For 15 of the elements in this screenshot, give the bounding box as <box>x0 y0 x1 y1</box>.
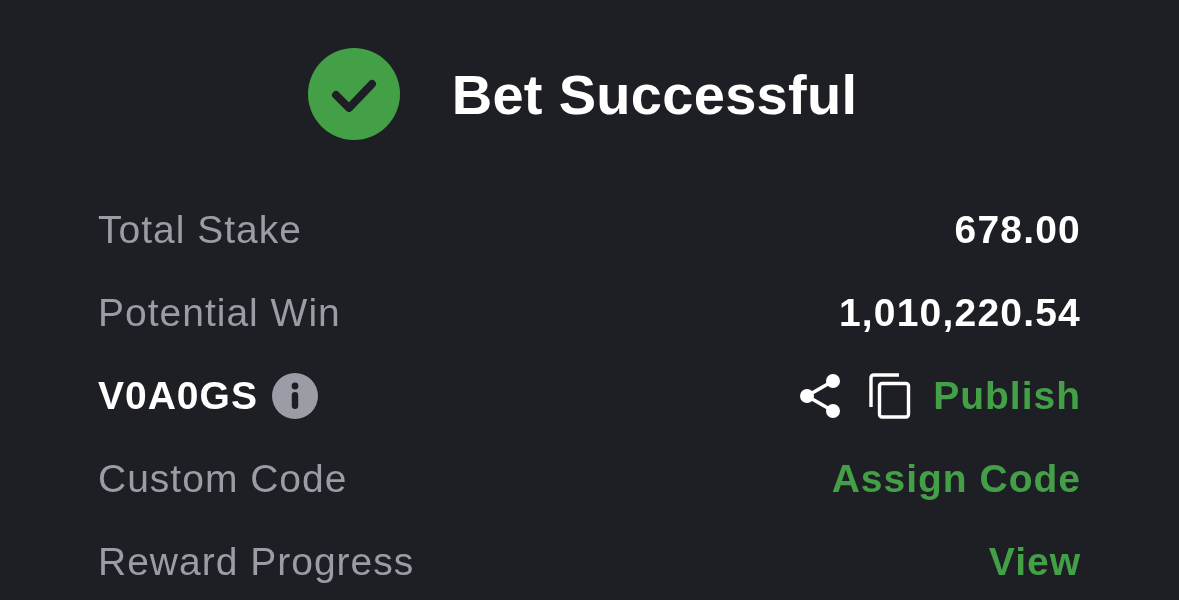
action-link[interactable]: Assign Code <box>831 456 1081 501</box>
row-label: Reward Progress <box>98 539 415 584</box>
publish-link[interactable]: Publish <box>933 373 1081 418</box>
booking-code: V0A0GS <box>98 373 258 418</box>
success-title: Bet Successful <box>451 61 858 127</box>
action-link[interactable]: View <box>988 539 1081 584</box>
share-icon[interactable] <box>799 373 842 418</box>
success-check-icon <box>307 48 400 140</box>
row-label: Custom Code <box>98 456 348 501</box>
row-value: 678.00 <box>954 207 1081 252</box>
row-value: 1,010,220.54 <box>838 290 1081 335</box>
row-label: Potential Win <box>98 290 341 335</box>
info-icon[interactable] <box>271 372 318 419</box>
copy-icon[interactable] <box>869 372 912 419</box>
row-label: Total Stake <box>98 207 302 252</box>
